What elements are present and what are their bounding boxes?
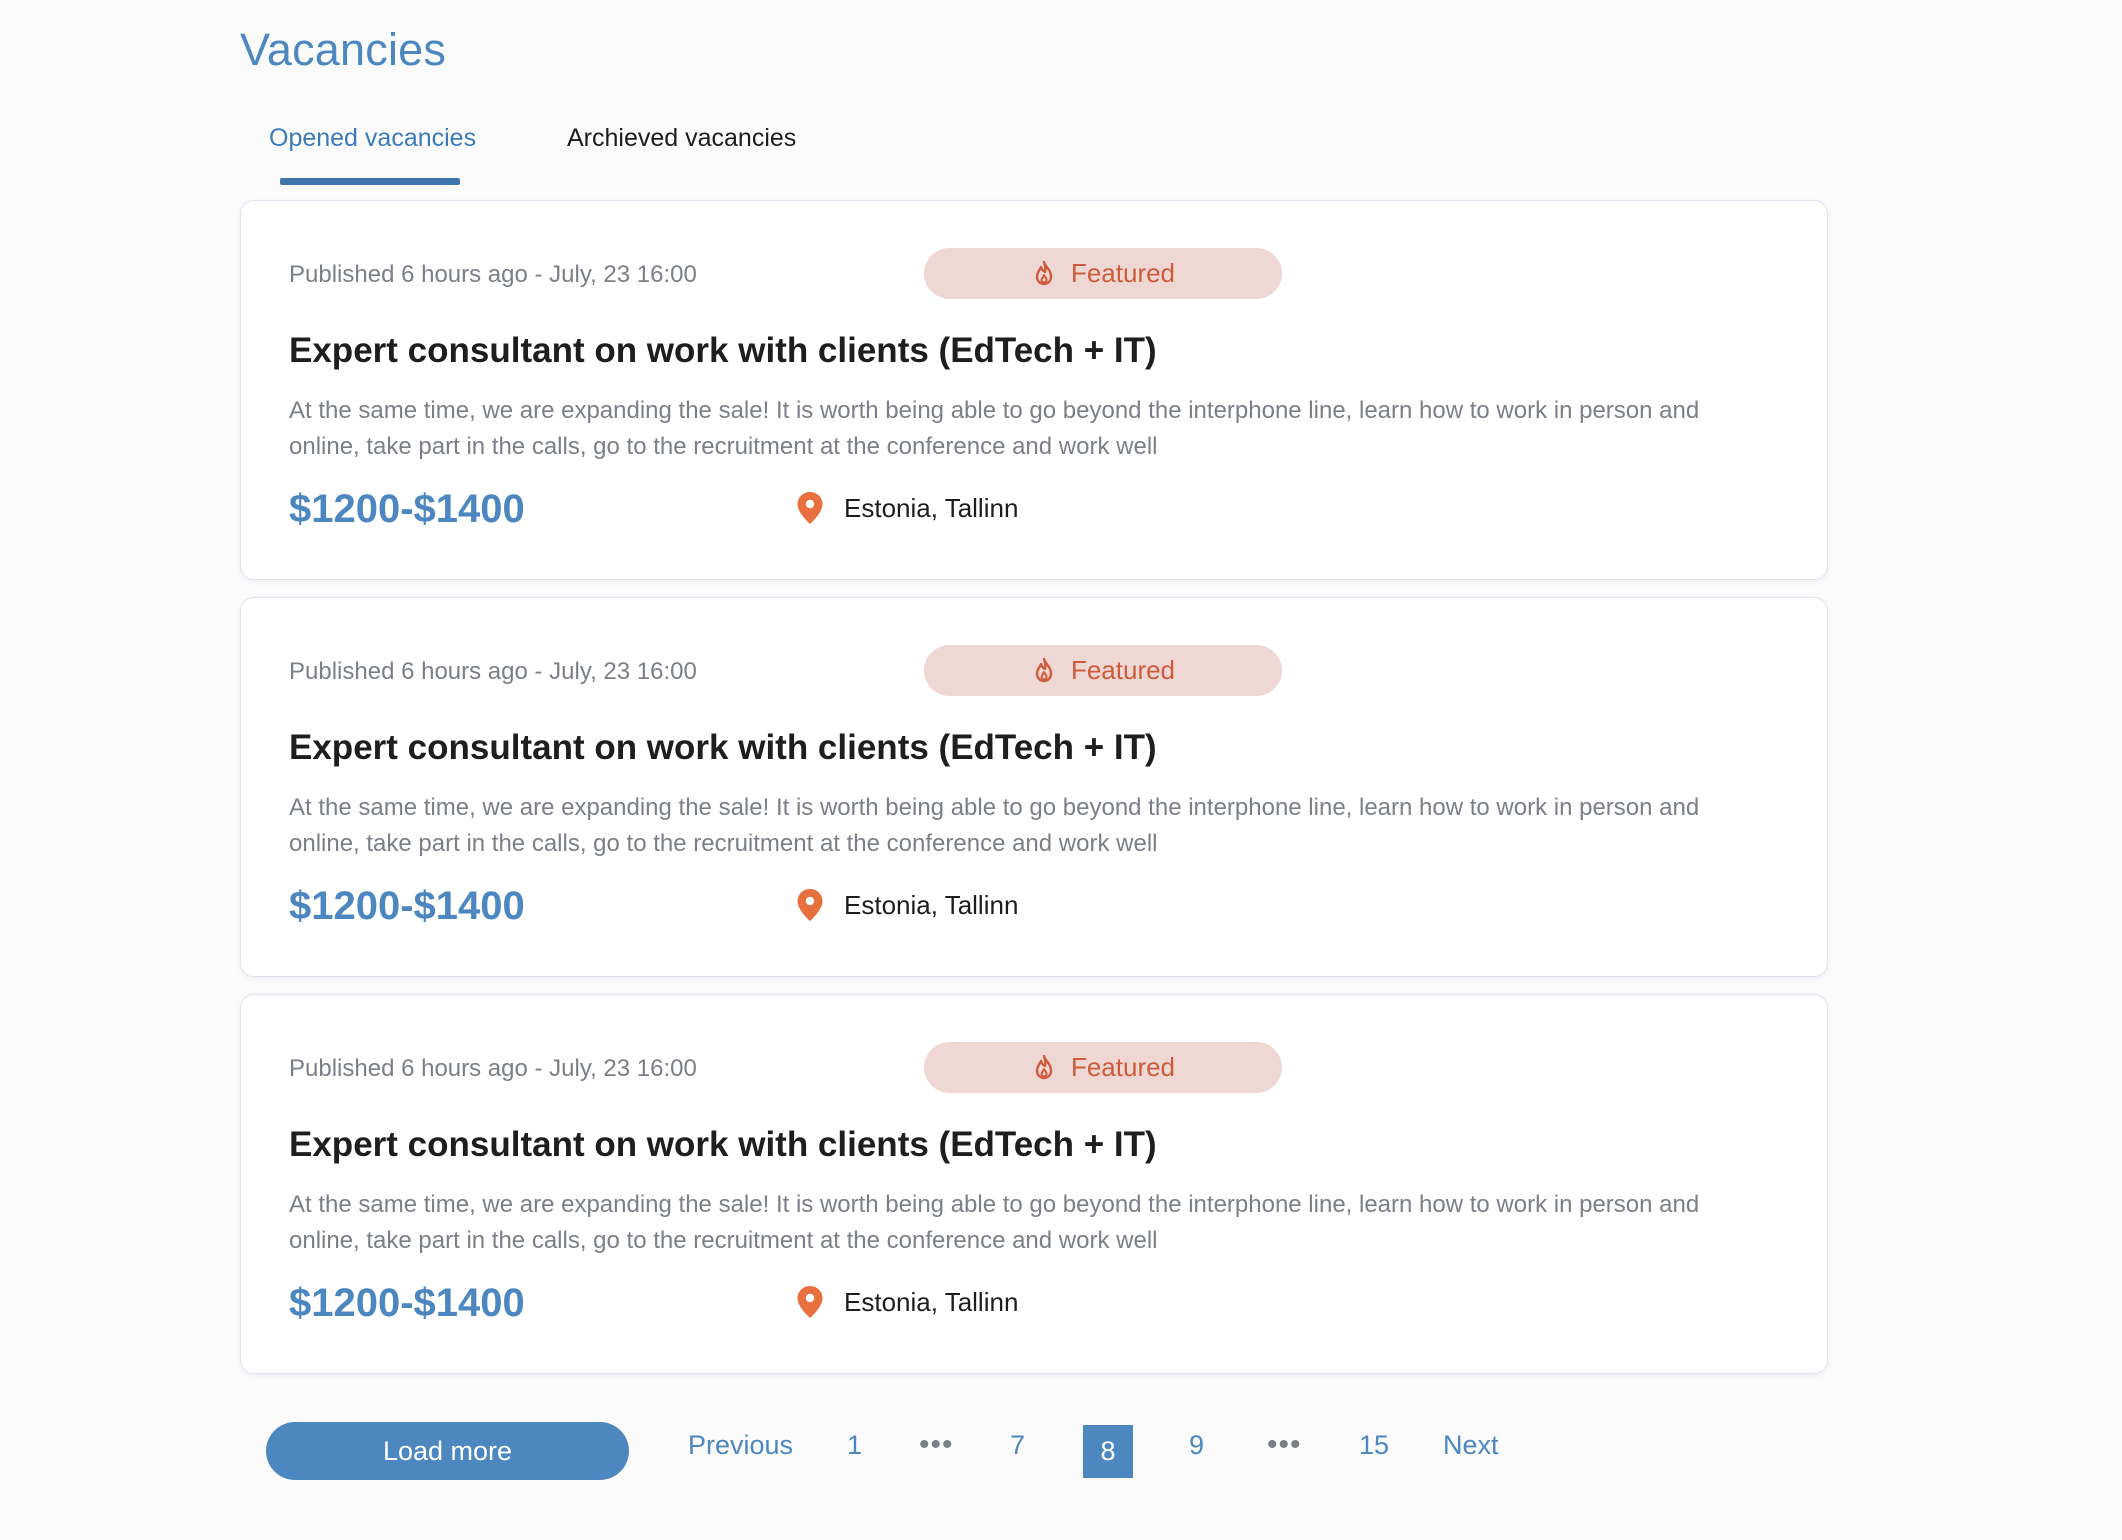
location-label: Estonia, Tallinn	[844, 889, 1019, 920]
pagination-ellipsis: •••	[1267, 1428, 1302, 1461]
badge-label: Featured	[1070, 655, 1176, 685]
page-7-link[interactable]: 7	[1010, 1430, 1025, 1461]
published-date: Published 6 hours ago - July, 23 16:00	[289, 261, 697, 288]
pagination-bar: Load more Previous 1 ••• 7 8 9 ••• 15 Ne…	[240, 1420, 1828, 1482]
location-label: Estonia, Tallinn	[844, 1286, 1019, 1317]
vacancy-title[interactable]: Expert consultant on work with clients (…	[289, 331, 1157, 371]
location-pin-icon	[796, 491, 824, 525]
tab-opened-vacancies[interactable]: Opened vacancies	[269, 124, 476, 153]
badge-label: Featured	[1070, 1052, 1176, 1082]
featured-badge: Featured	[924, 1042, 1282, 1093]
pagination-ellipsis: •••	[919, 1428, 954, 1461]
fire-icon	[1031, 657, 1057, 685]
vacancy-description: At the same time, we are expanding the s…	[289, 397, 1700, 460]
location-pin-icon	[796, 888, 824, 922]
next-page-link[interactable]: Next	[1443, 1430, 1499, 1461]
published-date: Published 6 hours ago - July, 23 16:00	[289, 1055, 697, 1082]
vacancy-description: At the same time, we are expanding the s…	[289, 794, 1700, 857]
previous-page-link[interactable]: Previous	[688, 1430, 793, 1461]
salary: $1200-$1400	[289, 884, 525, 928]
featured-badge: Featured	[924, 248, 1282, 299]
salary: $1200-$1400	[289, 1281, 525, 1325]
location: Estonia, Tallinn	[796, 1285, 1018, 1319]
vacancy-card[interactable]: Published 6 hours ago - July, 23 16:00 F…	[240, 200, 1828, 580]
page-15-link[interactable]: 15	[1359, 1430, 1389, 1461]
featured-badge: Featured	[924, 645, 1282, 696]
location-pin-icon	[796, 1285, 824, 1319]
salary: $1200-$1400	[289, 487, 525, 531]
current-page[interactable]: 8	[1083, 1425, 1133, 1478]
load-more-button[interactable]: Load more	[266, 1422, 629, 1480]
published-date: Published 6 hours ago - July, 23 16:00	[289, 658, 697, 685]
fire-icon	[1031, 1054, 1057, 1082]
active-tab-indicator	[280, 178, 460, 185]
page-1-link[interactable]: 1	[847, 1430, 862, 1461]
vacancy-description: At the same time, we are expanding the s…	[289, 1191, 1700, 1254]
page-9-link[interactable]: 9	[1189, 1430, 1204, 1461]
vacancy-card[interactable]: Published 6 hours ago - July, 23 16:00 F…	[240, 994, 1828, 1374]
page-title: Vacancies	[240, 24, 447, 75]
fire-icon	[1031, 260, 1057, 288]
location: Estonia, Tallinn	[796, 491, 1018, 525]
location-label: Estonia, Tallinn	[844, 492, 1019, 523]
vacancy-title[interactable]: Expert consultant on work with clients (…	[289, 1125, 1157, 1165]
vacancy-card[interactable]: Published 6 hours ago - July, 23 16:00 F…	[240, 597, 1828, 977]
location: Estonia, Tallinn	[796, 888, 1018, 922]
vacancy-title[interactable]: Expert consultant on work with clients (…	[289, 728, 1157, 768]
badge-label: Featured	[1070, 258, 1176, 288]
tab-archived-vacancies[interactable]: Archieved vacancies	[567, 124, 796, 153]
tab-bar: Opened vacancies Archieved vacancies	[240, 110, 1140, 190]
